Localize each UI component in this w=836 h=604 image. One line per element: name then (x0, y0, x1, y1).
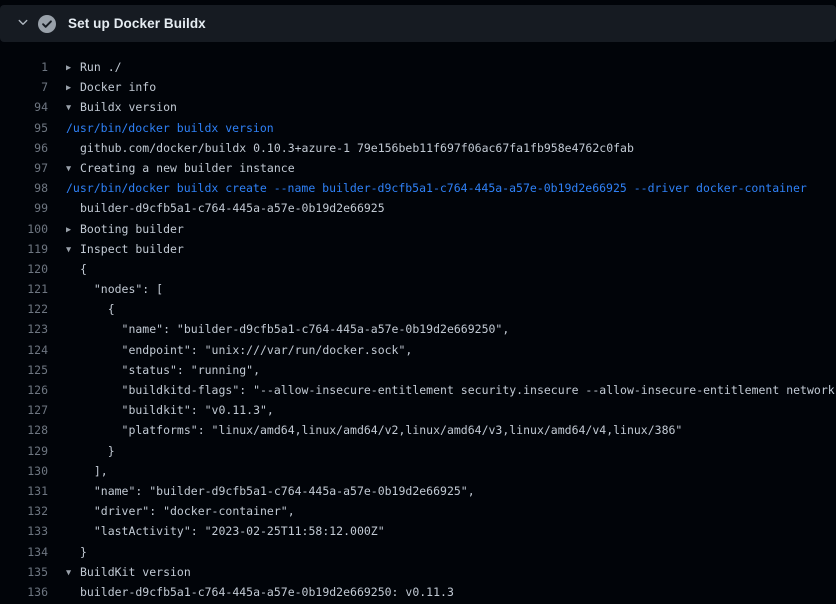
line-number[interactable]: 96 (0, 138, 48, 158)
log-text: ], (80, 464, 108, 478)
step-title: Set up Docker Buildx (68, 16, 206, 31)
group-toggle-icon[interactable]: ▼ (66, 159, 80, 179)
line-number[interactable]: 122 (0, 299, 48, 319)
line-number[interactable]: 94 (0, 97, 48, 117)
line-number[interactable]: 126 (0, 380, 48, 400)
log-text: } (80, 545, 87, 559)
group-toggle-icon[interactable]: ▼ (66, 240, 80, 260)
log-text: Buildx version (80, 100, 177, 114)
log-text: Run ./ (80, 60, 122, 74)
log-line[interactable]: 1 ▶Run ./ (0, 57, 836, 77)
group-toggle-icon[interactable]: ▶ (66, 58, 80, 78)
log-line: 132 "driver": "docker-container", (0, 501, 836, 521)
line-number[interactable]: 95 (0, 118, 48, 138)
log-line: 125 "status": "running", (0, 360, 836, 380)
line-number[interactable]: 99 (0, 198, 48, 218)
log-line: 129 } (0, 441, 836, 461)
log-line: 126 "buildkitd-flags": "--allow-insecure… (0, 380, 836, 400)
log-text: Creating a new builder instance (80, 161, 295, 175)
log-line: 133 "lastActivity": "2023-02-25T11:58:12… (0, 521, 836, 541)
line-number[interactable]: 129 (0, 441, 48, 461)
log-line: 131 "name": "builder-d9cfb5a1-c764-445a-… (0, 481, 836, 501)
line-number[interactable]: 133 (0, 521, 48, 541)
line-number[interactable]: 1 (0, 57, 48, 77)
log-line[interactable]: 119 ▼Inspect builder (0, 239, 836, 259)
log-text: "lastActivity": "2023-02-25T11:58:12.000… (80, 524, 385, 538)
log-text: builder-d9cfb5a1-c764-445a-a57e-0b19d2e6… (80, 201, 385, 215)
group-toggle-icon[interactable]: ▼ (66, 98, 80, 118)
log-text: "nodes": [ (80, 282, 163, 296)
log-line[interactable]: 135 ▼BuildKit version (0, 562, 836, 582)
log-text: BuildKit version (80, 565, 191, 579)
line-number[interactable]: 7 (0, 77, 48, 97)
log-line: 136 builder-d9cfb5a1-c764-445a-a57e-0b19… (0, 582, 836, 602)
chevron-down-icon[interactable] (8, 16, 38, 31)
line-number[interactable]: 131 (0, 481, 48, 501)
log-line: 99 builder-d9cfb5a1-c764-445a-a57e-0b19d… (0, 198, 836, 218)
log-line[interactable]: 7 ▶Docker info (0, 77, 836, 97)
log-line: 123 "name": "builder-d9cfb5a1-c764-445a-… (0, 319, 836, 339)
group-toggle-icon[interactable]: ▶ (66, 220, 80, 240)
log-line: 96 github.com/docker/buildx 0.10.3+azure… (0, 138, 836, 158)
log-area: 1 ▶Run ./ 7 ▶Docker info 94 ▼Buildx vers… (0, 42, 836, 602)
line-number[interactable]: 125 (0, 360, 48, 380)
log-line: 122 { (0, 299, 836, 319)
log-line: 130 ], (0, 461, 836, 481)
log-text: "buildkitd-flags": "--allow-insecure-ent… (80, 383, 835, 397)
line-number[interactable]: 135 (0, 562, 48, 582)
line-number[interactable]: 127 (0, 400, 48, 420)
line-number[interactable]: 97 (0, 158, 48, 178)
group-toggle-icon[interactable]: ▼ (66, 563, 80, 583)
log-line: 95 /usr/bin/docker buildx version (0, 118, 836, 138)
line-number[interactable]: 136 (0, 582, 48, 602)
log-line[interactable]: 94 ▼Buildx version (0, 97, 836, 117)
line-number[interactable]: 98 (0, 178, 48, 198)
log-text: Inspect builder (80, 242, 184, 256)
log-text: "platforms": "linux/amd64,linux/amd64/v2… (80, 423, 682, 437)
log-text: github.com/docker/buildx 0.10.3+azure-1 … (80, 141, 634, 155)
log-line: 98 /usr/bin/docker buildx create --name … (0, 178, 836, 198)
log-text: { (80, 302, 115, 316)
log-line: 120 { (0, 259, 836, 279)
log-text: { (80, 262, 87, 276)
log-line[interactable]: 100 ▶Booting builder (0, 219, 836, 239)
line-number[interactable]: 119 (0, 239, 48, 259)
line-number[interactable]: 134 (0, 542, 48, 562)
log-text: "name": "builder-d9cfb5a1-c764-445a-a57e… (80, 322, 509, 336)
line-number[interactable]: 132 (0, 501, 48, 521)
step-header[interactable]: Set up Docker Buildx (0, 5, 836, 42)
line-number[interactable]: 123 (0, 319, 48, 339)
log-line: 124 "endpoint": "unix:///var/run/docker.… (0, 340, 836, 360)
log-text: Docker info (80, 80, 156, 94)
log-text: Booting builder (80, 222, 184, 236)
line-number[interactable]: 124 (0, 340, 48, 360)
line-number[interactable]: 120 (0, 259, 48, 279)
log-text: /usr/bin/docker buildx version (66, 121, 274, 135)
log-text: "driver": "docker-container", (80, 504, 295, 518)
log-text: "status": "running", (80, 363, 260, 377)
check-circle-icon (38, 15, 56, 33)
line-number[interactable]: 100 (0, 219, 48, 239)
log-text: /usr/bin/docker buildx create --name bui… (66, 181, 807, 195)
log-line: 127 "buildkit": "v0.11.3", (0, 400, 836, 420)
log-line[interactable]: 97 ▼Creating a new builder instance (0, 158, 836, 178)
log-line: 134 } (0, 542, 836, 562)
log-text: } (80, 444, 115, 458)
line-number[interactable]: 130 (0, 461, 48, 481)
group-toggle-icon[interactable]: ▶ (66, 78, 80, 98)
line-number[interactable]: 121 (0, 279, 48, 299)
log-text: "endpoint": "unix:///var/run/docker.sock… (80, 343, 412, 357)
log-line: 128 "platforms": "linux/amd64,linux/amd6… (0, 420, 836, 440)
log-text: "buildkit": "v0.11.3", (80, 403, 274, 417)
log-text: builder-d9cfb5a1-c764-445a-a57e-0b19d2e6… (80, 585, 454, 599)
log-line: 121 "nodes": [ (0, 279, 836, 299)
line-number[interactable]: 128 (0, 420, 48, 440)
log-text: "name": "builder-d9cfb5a1-c764-445a-a57e… (80, 484, 475, 498)
